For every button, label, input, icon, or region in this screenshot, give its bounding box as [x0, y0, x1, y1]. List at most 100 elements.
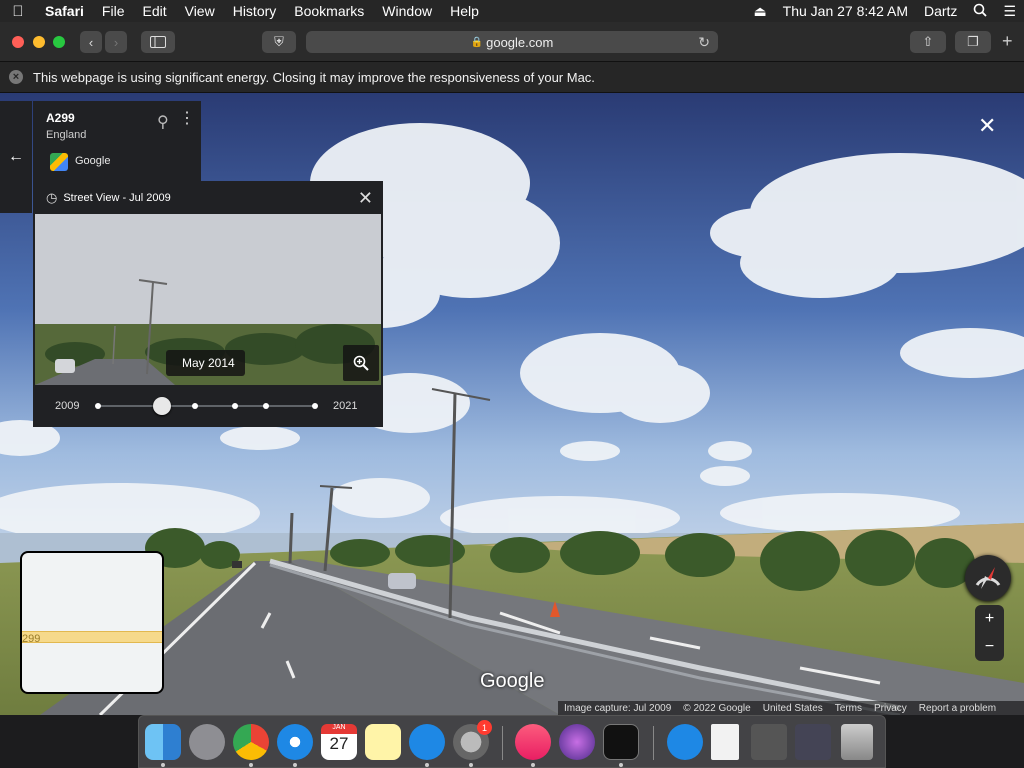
energy-warning-text: This webpage is using significant energy… — [33, 69, 595, 85]
notes-icon[interactable] — [365, 724, 401, 760]
tabs-icon: ❐ — [967, 34, 979, 49]
slider-stop[interactable] — [192, 403, 198, 409]
chrome-icon[interactable] — [233, 724, 269, 760]
slider-stop[interactable] — [263, 403, 269, 409]
slider-stop[interactable] — [312, 403, 318, 409]
location-title: A299 — [46, 111, 75, 125]
timeline-title: Street View - Jul 2009 — [63, 191, 171, 204]
minimap[interactable]: 299 — [20, 551, 164, 694]
forward-button[interactable]: › — [105, 31, 127, 53]
disk-image-icon[interactable] — [751, 724, 787, 760]
menu-history[interactable]: History — [224, 3, 286, 19]
menu-help[interactable]: Help — [441, 3, 488, 19]
hover-date-text: May 2014 — [182, 356, 235, 370]
history-clock-icon[interactable]: ◷ — [46, 190, 57, 206]
region-link[interactable]: United States — [757, 703, 829, 714]
menu-bookmarks[interactable]: Bookmarks — [285, 3, 373, 19]
hover-date-label: May 2014 — [166, 350, 245, 376]
calendar-day: 27 — [329, 734, 349, 753]
menubar:  Safari File Edit View History Bookmark… — [0, 0, 1024, 22]
menubar-clock[interactable]: Thu Jan 27 8:42 AM — [775, 3, 916, 19]
slider-track[interactable] — [98, 405, 317, 407]
dock: JAN 27 1 — [138, 715, 886, 768]
timeline-end-year: 2021 — [333, 400, 358, 412]
finder-icon[interactable] — [145, 724, 181, 760]
shield-icon: ⛨ — [274, 34, 284, 49]
window-minimize-button[interactable] — [33, 36, 45, 48]
arrow-left-icon: ← — [8, 148, 24, 165]
close-banner-icon[interactable]: × — [9, 70, 23, 84]
compass-icon — [975, 567, 1001, 589]
zoom-in-button[interactable]: + — [975, 605, 1004, 633]
reload-icon[interactable]: ↻ — [698, 34, 710, 51]
report-problem-link[interactable]: Report a problem — [913, 703, 1002, 714]
privacy-report-button[interactable]: ⛨ — [262, 31, 296, 53]
window-close-button[interactable] — [12, 36, 24, 48]
image-capture-date: Image capture: Jul 2009 — [564, 702, 672, 714]
zoom-out-button[interactable]: − — [975, 633, 1004, 661]
more-options-icon[interactable]: ⋮ — [179, 111, 195, 127]
notification-badge: 1 — [477, 720, 492, 735]
chevron-left-icon: ‹ — [88, 34, 94, 50]
menu-window[interactable]: Window — [373, 3, 441, 19]
address-bar[interactable]: 🔒 google.com ↻ — [306, 31, 718, 53]
timeline-slider[interactable]: 2009 2021 — [33, 385, 383, 427]
screenshots-folder-icon[interactable] — [795, 724, 831, 760]
menu-safari[interactable]: Safari — [36, 3, 93, 19]
zoom-preview-button[interactable] — [343, 345, 379, 381]
installer-icon[interactable] — [559, 724, 595, 760]
menu-view[interactable]: View — [176, 3, 224, 19]
slider-stop[interactable] — [95, 403, 101, 409]
running-indicator — [425, 763, 429, 767]
timeline-preview-image[interactable]: May 2014 — [35, 214, 381, 385]
back-button[interactable]: ‹ — [80, 31, 102, 53]
share-icon: ⇧ — [922, 34, 934, 49]
app-store-icon[interactable] — [409, 724, 445, 760]
window-zoom-button[interactable] — [53, 36, 65, 48]
provider-label: Google — [75, 155, 111, 167]
trash-icon[interactable] — [841, 724, 873, 760]
running-indicator — [161, 763, 165, 767]
close-timeline-icon[interactable]: ✕ — [358, 188, 373, 209]
new-tab-button[interactable]: + — [1002, 31, 1013, 52]
sidebar-icon — [150, 36, 166, 48]
zoom-in-icon — [353, 355, 369, 371]
terms-link[interactable]: Terms — [829, 703, 868, 714]
google-maps-icon — [50, 153, 68, 171]
terminal-icon[interactable] — [603, 724, 639, 760]
tab-overview-button[interactable]: ❐ — [955, 31, 991, 53]
menubar-user[interactable]: Dartz — [916, 3, 965, 19]
slider-stop[interactable] — [232, 403, 238, 409]
safari-icon[interactable] — [277, 724, 313, 760]
share-button[interactable]: ⇧ — [910, 31, 946, 53]
url-text: google.com — [486, 34, 554, 50]
sidebar-toggle-button[interactable] — [141, 31, 175, 53]
slider-thumb[interactable] — [153, 397, 171, 415]
timeline-header: ◷ Street View - Jul 2009 ✕ — [33, 181, 383, 214]
compass-control[interactable] — [965, 555, 1011, 601]
app-store-folder-icon[interactable] — [667, 724, 703, 760]
timeline-start-year: 2009 — [55, 400, 80, 412]
control-center-icon[interactable]: ☰ — [995, 3, 1024, 20]
running-indicator — [619, 763, 623, 767]
eject-icon[interactable]: ⏏ — [745, 3, 774, 20]
running-indicator — [249, 763, 253, 767]
map-footer: Image capture: Jul 2009 © 2022 Google Un… — [558, 701, 1024, 715]
document-icon[interactable] — [711, 724, 739, 760]
minimap-road — [22, 631, 162, 643]
running-indicator — [293, 763, 297, 767]
launchpad-icon[interactable] — [189, 724, 225, 760]
menu-edit[interactable]: Edit — [133, 3, 175, 19]
menu-file[interactable]: File — [93, 3, 134, 19]
back-to-map-button[interactable]: ← — [0, 101, 32, 213]
apple-menu-icon[interactable]:  — [0, 3, 36, 20]
spotlight-search-icon[interactable] — [965, 3, 995, 20]
running-indicator — [531, 763, 535, 767]
map-pin-icon[interactable]: ⚲ — [157, 112, 169, 132]
calendar-icon[interactable]: JAN 27 — [321, 724, 357, 760]
music-icon[interactable] — [515, 724, 551, 760]
close-street-view-icon[interactable]: ✕ — [978, 113, 996, 139]
screen:  Safari File Edit View History Bookmark… — [0, 0, 1024, 768]
privacy-link[interactable]: Privacy — [868, 703, 913, 714]
dock-separator — [502, 726, 503, 760]
